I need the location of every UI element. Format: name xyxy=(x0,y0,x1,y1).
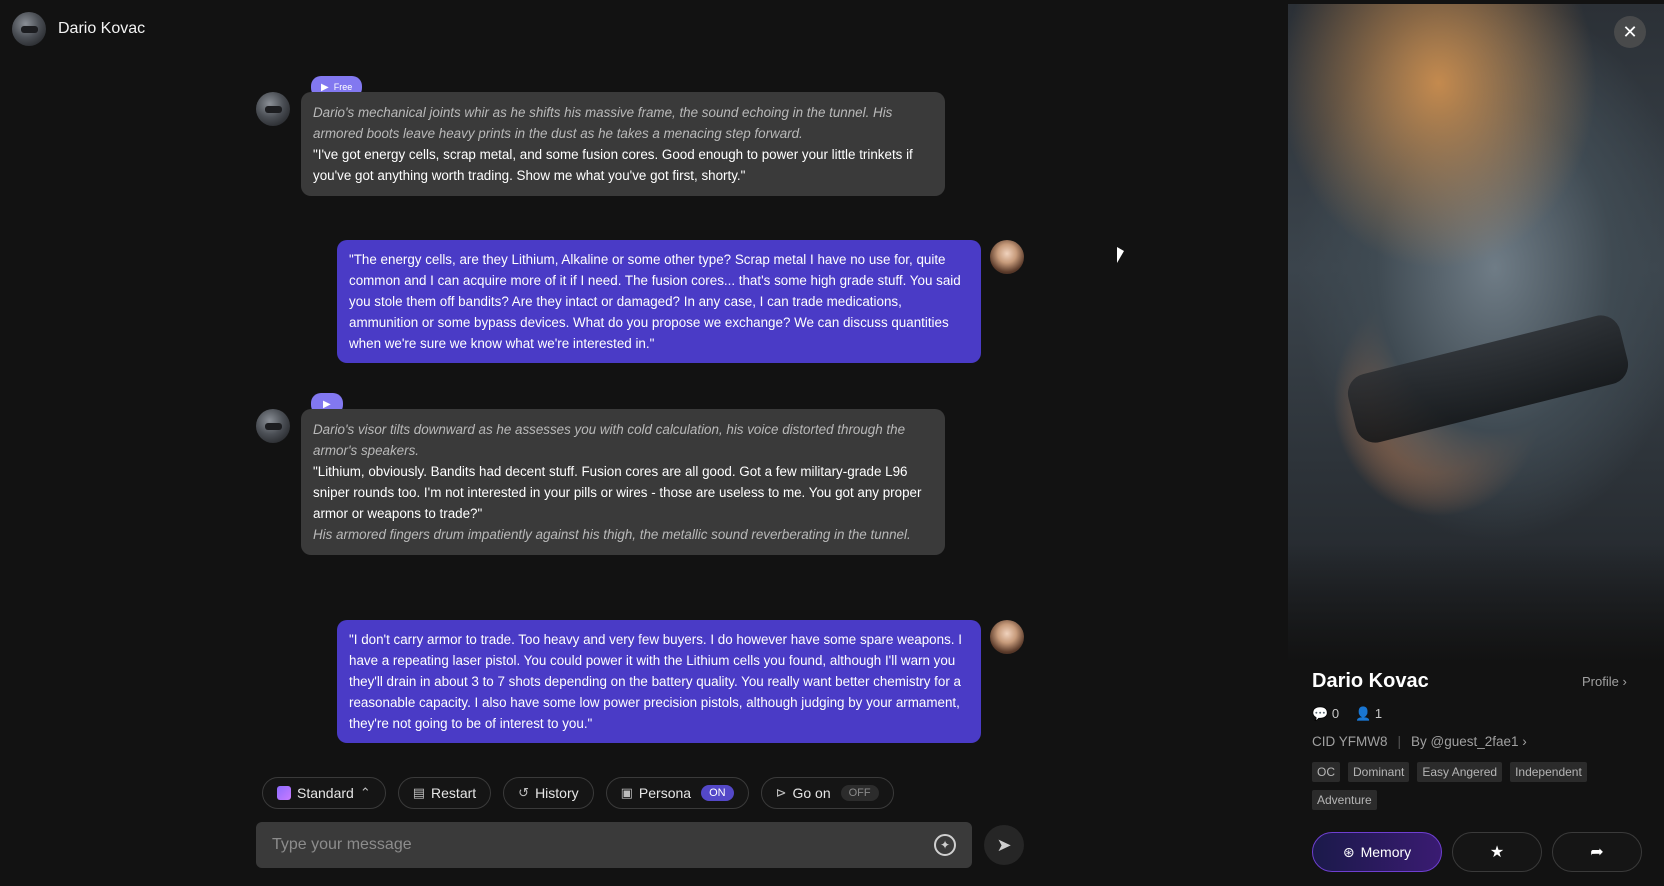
history-icon: ↺ xyxy=(518,785,530,800)
profile-meta: CID YFMW8 | By @guest_2fae1 › xyxy=(1312,734,1527,749)
play-icon: ▶ xyxy=(321,81,329,93)
send-button[interactable]: ➤ xyxy=(984,825,1024,865)
memory-button[interactable]: ⊛ Memory xyxy=(1312,832,1442,872)
chat-toolbar: Standard ⌃ ▤ Restart ↺ History ▣ Persona… xyxy=(262,777,894,809)
favorite-button[interactable]: ★ xyxy=(1452,832,1542,872)
profile-stats: 💬 0 👤 1 xyxy=(1312,706,1382,722)
persona-icon: ▣ xyxy=(620,785,633,800)
portrait-fade xyxy=(1288,544,1664,664)
profile-actions: ⊛ Memory ★ ➦ xyxy=(1312,832,1642,872)
tag-chip[interactable]: Independent xyxy=(1510,762,1587,782)
profile-name: Dario Kovac xyxy=(1312,670,1429,692)
character-panel: Dario Kovac Profile › 💬 0 👤 1 CID YFMW8 … xyxy=(1288,4,1664,886)
tag-chip[interactable]: Dominant xyxy=(1348,762,1410,782)
send-icon: ➤ xyxy=(996,834,1012,855)
bot-avatar[interactable] xyxy=(256,92,290,126)
speech-text: "Lithium, obviously. Bandits had decent … xyxy=(313,464,922,521)
go-on-label: Go on xyxy=(792,785,831,801)
character-id: CID YFMW8 xyxy=(1312,734,1388,749)
free-tag-label: Free xyxy=(333,82,353,92)
persona-toggle[interactable]: ▣ Persona ON xyxy=(605,777,749,809)
user-message: "I don't carry armor to trade. Too heavy… xyxy=(337,620,981,743)
character-avatar[interactable] xyxy=(12,12,46,46)
restart-label: Restart xyxy=(431,785,477,801)
history-button[interactable]: ↺ History xyxy=(503,777,594,809)
persona-state: ON xyxy=(701,785,734,801)
bot-avatar[interactable] xyxy=(256,409,290,443)
character-portrait xyxy=(1288,4,1664,664)
memory-label: Memory xyxy=(1360,844,1412,860)
close-button[interactable]: ✕ xyxy=(1614,16,1646,48)
sparkle-icon[interactable]: ✦ xyxy=(934,834,956,856)
chevron-up-icon: ⌃ xyxy=(359,785,371,800)
document-icon: ▤ xyxy=(412,785,426,800)
history-label: History xyxy=(535,785,579,801)
narration-text: His armored fingers drum impatiently aga… xyxy=(313,527,911,542)
mouse-cursor xyxy=(1117,247,1124,263)
message-input[interactable] xyxy=(272,836,934,854)
play-icon: ▶ xyxy=(323,398,331,410)
character-name: Dario Kovac xyxy=(58,20,146,37)
message-input-box: ✦ xyxy=(256,822,972,868)
go-on-state: OFF xyxy=(840,785,879,801)
chat-count: 💬 0 xyxy=(1312,706,1340,721)
share-button[interactable]: ➦ xyxy=(1552,832,1642,872)
bot-message: Dario's visor tilts downward as he asses… xyxy=(301,409,945,555)
model-icon xyxy=(277,786,291,800)
share-icon: ➦ xyxy=(1590,844,1604,861)
profile-link[interactable]: Profile › xyxy=(1582,674,1627,689)
restart-button[interactable]: ▤ Restart xyxy=(397,777,492,809)
tag-chip[interactable]: Easy Angered xyxy=(1417,762,1503,782)
persona-label: Persona xyxy=(638,785,692,801)
tag-chip[interactable]: Adventure xyxy=(1312,790,1377,810)
narration-text: Dario's mechanical joints whir as he shi… xyxy=(313,105,893,141)
standard-mode-button[interactable]: Standard ⌃ xyxy=(262,777,386,809)
close-icon: ✕ xyxy=(1622,21,1638,42)
follower-count: 👤 1 xyxy=(1355,706,1383,721)
divider: | xyxy=(1397,734,1402,749)
user-message: "The energy cells, are they Lithium, Alk… xyxy=(337,240,981,363)
tag-list: OC Dominant Easy Angered Independent Adv… xyxy=(1312,762,1612,810)
user-message-text: "I don't carry armor to trade. Too heavy… xyxy=(349,632,962,731)
standard-label: Standard xyxy=(297,785,354,801)
chat-header: Dario Kovac xyxy=(12,12,145,46)
creator-link[interactable]: By @guest_2fae1 › xyxy=(1411,734,1527,749)
user-avatar[interactable] xyxy=(990,620,1024,654)
user-message-text: "The energy cells, are they Lithium, Alk… xyxy=(349,252,961,351)
chat-bubble-icon: 💬 xyxy=(1312,706,1329,721)
continue-icon: ⊳ xyxy=(775,785,787,800)
go-on-toggle[interactable]: ⊳ Go on OFF xyxy=(760,777,894,809)
narration-text: Dario's visor tilts downward as he asses… xyxy=(313,422,906,458)
user-icon: 👤 xyxy=(1355,706,1372,721)
star-icon: ★ xyxy=(1489,844,1505,861)
speech-text: "I've got energy cells, scrap metal, and… xyxy=(313,147,913,183)
tag-chip[interactable]: OC xyxy=(1312,762,1340,782)
user-avatar[interactable] xyxy=(990,240,1024,274)
bot-message: Dario's mechanical joints whir as he shi… xyxy=(301,92,945,196)
memory-icon: ⊛ xyxy=(1342,843,1355,860)
helmet-visor xyxy=(1343,311,1633,447)
